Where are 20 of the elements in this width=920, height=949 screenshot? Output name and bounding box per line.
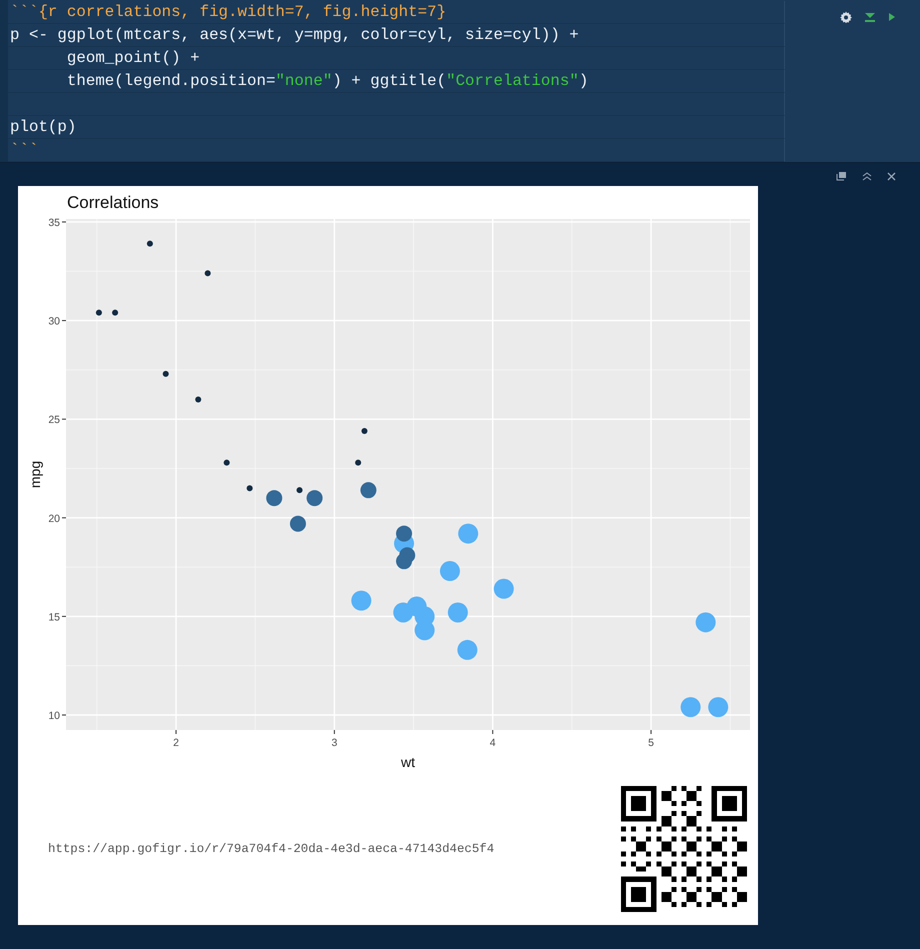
figure-url: https://app.gofigr.io/r/79a704f4-20da-4e3d-aeca-47143d4ec5f4 — [48, 842, 494, 856]
code-line: ```{r correlations, fig.width=7, fig.height=7} — [9, 2, 446, 23]
y-tick-label: 10 — [48, 710, 60, 722]
y-axis-label: mpg — [27, 460, 43, 488]
y-tick-label: 30 — [48, 316, 60, 328]
code-line: theme(legend.position="none") + ggtitle("Correlations") — [66, 71, 588, 92]
x-axis-label: wt — [401, 754, 415, 770]
chart-title: Correlations — [67, 193, 159, 212]
x-tick-label: 4 — [490, 737, 496, 749]
x-tick-label: 5 — [648, 737, 654, 749]
code-line: ``` — [9, 140, 38, 161]
y-tick-label: 20 — [48, 512, 60, 525]
y-tick-label: 35 — [48, 216, 60, 229]
x-tick-label: 3 — [331, 737, 338, 749]
x-tick-label: 2 — [173, 737, 179, 749]
y-tick-label: 25 — [48, 414, 60, 426]
code-line: geom_point() + — [66, 48, 200, 69]
code-line: p <- ggplot(mtcars, aes(x=wt, y=mpg, color=cyl, size=cyl)) + — [9, 25, 579, 46]
y-tick-label: 15 — [48, 611, 60, 624]
code-line: plot(p) — [9, 117, 76, 138]
